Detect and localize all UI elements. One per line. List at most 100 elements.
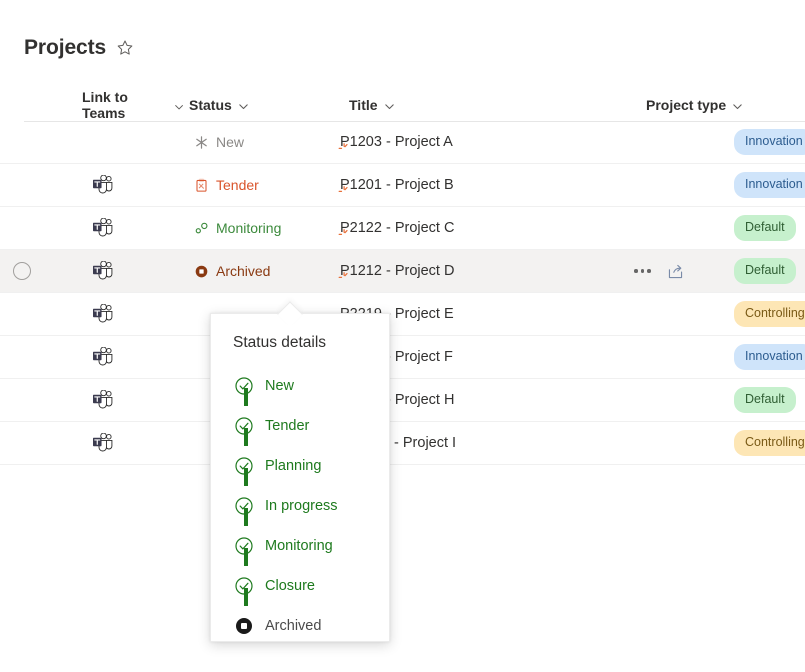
cell-project-type[interactable]: Controlling [724, 430, 805, 456]
filled-circle-icon [233, 615, 255, 637]
chevron-down-icon[interactable] [384, 99, 395, 110]
status-step: Closure [233, 566, 338, 606]
cell-title[interactable]: P2122 - Project C [334, 220, 634, 236]
share-icon[interactable] [667, 263, 684, 280]
column-header-status[interactable]: Status [184, 97, 334, 113]
sparkle-new-icon [338, 271, 350, 283]
cell-status[interactable]: Monitoring [184, 220, 334, 236]
table-row[interactable]: P2219 - Project E Controlling [0, 293, 805, 336]
table-row[interactable]: P1228 - Project H Default [0, 379, 805, 422]
table-row[interactable]: P2133 - Project F Innovation [0, 336, 805, 379]
project-title-link[interactable]: P1201 - Project B [340, 177, 454, 193]
sparkle-new-icon [338, 142, 350, 154]
cell-link-to-teams[interactable] [44, 175, 184, 195]
cell-project-type[interactable]: Innovation [724, 172, 805, 198]
project-type-badge: Controlling [734, 301, 805, 327]
project-type-badge: Innovation [734, 172, 805, 198]
check-circle-icon [233, 375, 255, 397]
status-step: Monitoring [233, 526, 338, 566]
status-label: Monitoring [216, 220, 282, 236]
microsoft-teams-icon[interactable] [92, 304, 114, 324]
cell-project-type[interactable]: Default [724, 215, 805, 241]
cell-status[interactable]: Archived [184, 263, 334, 279]
table-row[interactable]: Archived P1212 - Project D Default [0, 250, 805, 293]
cell-row-actions[interactable] [634, 263, 724, 280]
microsoft-teams-icon[interactable] [92, 261, 114, 281]
row-select-cell[interactable] [0, 262, 44, 280]
column-header-label: Title [349, 96, 378, 113]
projects-table: Link to Teams Status Title Project type [0, 88, 805, 465]
cell-title[interactable]: P1201 - Project B [334, 177, 634, 193]
callout-title: Status details [233, 334, 327, 351]
project-type-badge: Innovation [734, 344, 805, 370]
status-step: In progress [233, 486, 338, 526]
cell-link-to-teams[interactable] [44, 261, 184, 281]
clipboard-icon [194, 178, 209, 193]
status-step: New [233, 366, 338, 406]
microsoft-teams-icon[interactable] [92, 390, 114, 410]
status-step-label: Monitoring [265, 538, 333, 554]
table-row[interactable]: New P1203 - Project A Innovation [0, 121, 805, 164]
asterisk-icon [194, 135, 209, 150]
table-header-row: Link to Teams Status Title Project type [0, 88, 805, 122]
column-header-label: Project type [646, 96, 727, 113]
status-step-list: New Tender Planning In progress Monitoring Cl… [233, 366, 338, 646]
cell-project-type[interactable]: Default [724, 258, 805, 284]
project-title-link[interactable]: P2122 - Project C [340, 220, 454, 236]
status-step: Archived [233, 606, 338, 646]
table-row[interactable]: Monitoring P2122 - Project C Default [0, 207, 805, 250]
status-step: Tender [233, 406, 338, 446]
status-step-label: Planning [265, 458, 322, 474]
table-row[interactable]: Tender P1201 - Project B Innovation [0, 164, 805, 207]
status-step-label: In progress [265, 498, 338, 514]
status-step-label: Archived [265, 618, 322, 634]
project-title-link[interactable]: P1212 - Project D [340, 263, 454, 279]
column-header-label: Status [189, 96, 232, 113]
table-row[interactable]: P13131 - Project I Controlling [0, 422, 805, 465]
cell-link-to-teams[interactable] [44, 347, 184, 367]
cell-link-to-teams[interactable] [44, 218, 184, 238]
status-label: Archived [216, 263, 271, 279]
cell-project-type[interactable]: Innovation [724, 129, 805, 155]
column-header-link-to-teams[interactable]: Link to Teams [44, 89, 184, 121]
chevron-down-icon[interactable] [732, 99, 743, 110]
more-options-icon[interactable] [634, 269, 651, 273]
microsoft-teams-icon[interactable] [92, 433, 114, 453]
sparkle-new-icon [338, 228, 350, 240]
check-circle-icon [233, 575, 255, 597]
cell-project-type[interactable]: Default [724, 387, 805, 413]
cell-project-type[interactable]: Controlling [724, 301, 805, 327]
microsoft-teams-icon[interactable] [92, 218, 114, 238]
status-label: New [216, 134, 245, 150]
status-step: Planning [233, 446, 338, 486]
project-type-badge: Controlling [734, 430, 805, 456]
check-circle-icon [233, 455, 255, 477]
column-header-title[interactable]: Title [334, 97, 634, 113]
microsoft-teams-icon[interactable] [92, 175, 114, 195]
sparkle-new-icon [338, 185, 350, 197]
microsoft-teams-icon[interactable] [92, 347, 114, 367]
projects-list-page: Projects Link to Teams Status Title Proj… [0, 0, 805, 672]
cell-status[interactable]: New [184, 134, 334, 150]
status-step-label: Closure [265, 578, 315, 594]
project-type-badge: Default [734, 387, 796, 413]
archived-circle-icon [194, 264, 209, 279]
cell-link-to-teams[interactable] [44, 390, 184, 410]
cell-project-type[interactable]: Innovation [724, 344, 805, 370]
cell-link-to-teams[interactable] [44, 433, 184, 453]
status-step-label: Tender [265, 418, 310, 434]
cell-status[interactable]: Tender [184, 177, 334, 193]
project-title-link[interactable]: P1203 - Project A [340, 134, 453, 150]
table-body: New P1203 - Project A Innovation Tender … [0, 121, 805, 465]
star-icon[interactable] [116, 39, 134, 57]
column-header-project-type[interactable]: Project type [634, 97, 805, 113]
chevron-down-icon[interactable] [174, 99, 184, 110]
cell-link-to-teams[interactable] [44, 304, 184, 324]
row-select-radio[interactable] [13, 262, 31, 280]
page-header: Projects [24, 36, 134, 60]
check-circle-icon [233, 495, 255, 517]
cell-title[interactable]: P1203 - Project A [334, 134, 634, 150]
column-header-label: Link to Teams [82, 88, 128, 121]
cell-title[interactable]: P1212 - Project D [334, 263, 634, 279]
chevron-down-icon[interactable] [238, 99, 249, 110]
